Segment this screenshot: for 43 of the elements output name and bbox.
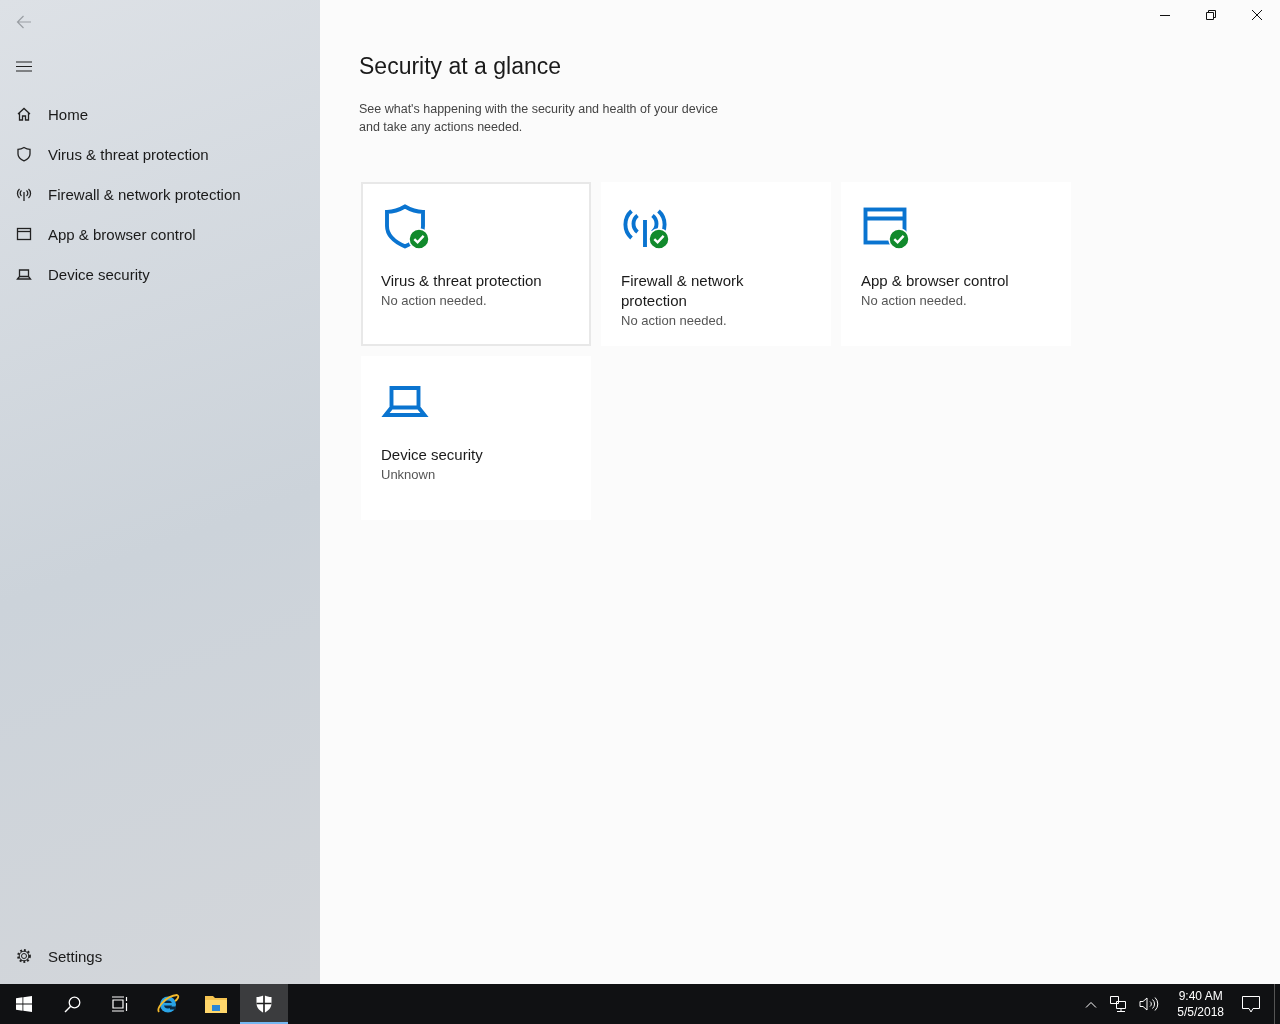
tile-title: App & browser control bbox=[861, 271, 1010, 291]
nav-item[interactable]: Device security bbox=[0, 254, 320, 294]
search-icon bbox=[63, 995, 81, 1013]
status-tile[interactable]: App & browser control No action needed. bbox=[841, 182, 1071, 346]
nav-item[interactable]: App & browser control bbox=[0, 214, 320, 254]
shield-icon bbox=[16, 146, 32, 162]
home-icon bbox=[16, 106, 32, 122]
tile-status: No action needed. bbox=[861, 292, 968, 310]
close-icon bbox=[1252, 10, 1262, 20]
folder-icon bbox=[204, 994, 228, 1014]
laptop-icon bbox=[16, 266, 32, 282]
restore-icon bbox=[1206, 10, 1216, 20]
tile-title: Virus & threat protection bbox=[381, 271, 543, 291]
nav-item[interactable]: Virus & threat protection bbox=[0, 134, 320, 174]
nav-item[interactable]: Home bbox=[0, 94, 320, 134]
task-view-icon bbox=[111, 996, 129, 1012]
notification-icon[interactable] bbox=[1242, 995, 1260, 1013]
antenna-icon bbox=[16, 186, 32, 202]
taskbar-button[interactable] bbox=[240, 984, 288, 1024]
volume-icon[interactable] bbox=[1139, 996, 1160, 1012]
windows-logo-icon bbox=[16, 996, 32, 1012]
settings-item[interactable]: Settings bbox=[0, 936, 320, 976]
tile-title: Device security bbox=[381, 445, 484, 465]
chevron-up-icon[interactable] bbox=[1085, 1000, 1098, 1008]
status-tile[interactable]: Firewall & network protection No action needed. bbox=[601, 182, 831, 346]
status-tile[interactable]: Device security Unknown bbox=[361, 356, 591, 520]
window-icon bbox=[16, 226, 32, 242]
network-icon[interactable] bbox=[1109, 996, 1128, 1012]
tile-title: Firewall & network protection bbox=[621, 271, 745, 311]
clock-date: 5/5/2018 bbox=[1177, 1004, 1224, 1020]
nav-item[interactable]: Firewall & network protection bbox=[0, 174, 320, 214]
clock[interactable]: 9:40 AM 5/5/2018 bbox=[1171, 988, 1230, 1020]
shield-icon bbox=[255, 994, 273, 1014]
tile-status: No action needed. bbox=[381, 292, 488, 310]
page-description: See what's happening with the security and health of your device and take any actions needed. bbox=[359, 101, 719, 136]
page-title: Security at a glance bbox=[359, 52, 562, 81]
settings-icon bbox=[16, 948, 32, 964]
menu-icon[interactable] bbox=[16, 60, 32, 72]
status-tile[interactable]: Virus & threat protection No action needed. bbox=[361, 182, 591, 346]
tile-status: Unknown bbox=[381, 466, 437, 484]
tile-status: No action needed. bbox=[621, 312, 728, 330]
minimize-icon bbox=[1160, 14, 1170, 16]
clock-time: 9:40 AM bbox=[1178, 988, 1223, 1004]
